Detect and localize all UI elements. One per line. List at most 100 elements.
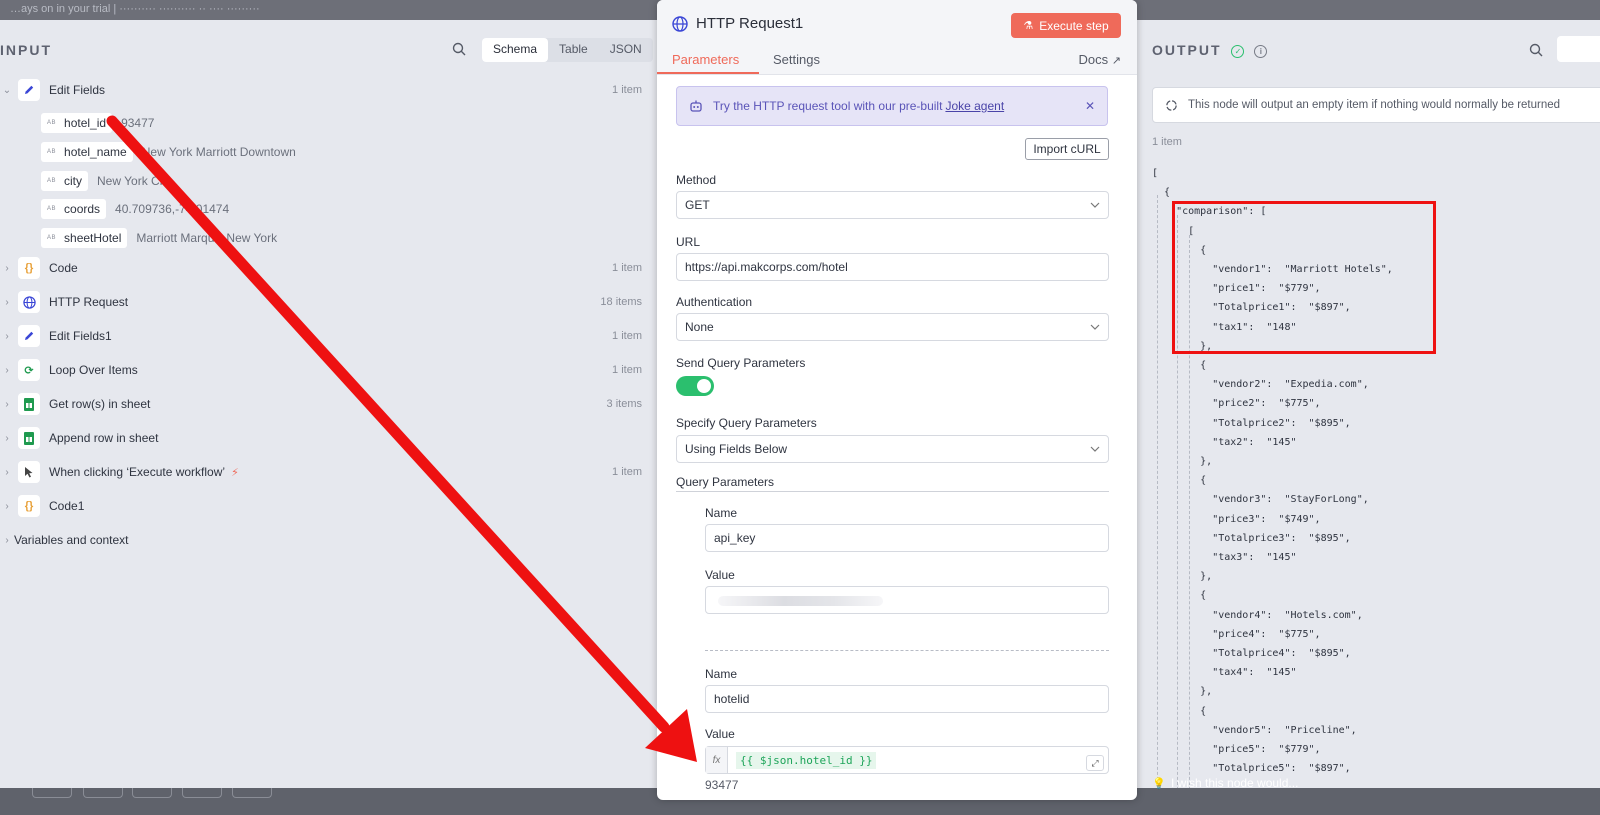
node-row-get-rows[interactable]: › Get row(s) in sheet 3 items [0,392,660,416]
schema-field[interactable]: AB coords 40.709736,-74.01474 [41,199,229,219]
node-item-count: 1 item [612,466,642,478]
node-title[interactable]: HTTP Request1 [696,15,803,32]
tab-schema[interactable]: Schema [482,38,549,62]
execute-step-button[interactable]: ⚗ Execute step [1011,13,1121,38]
canvas-control-button[interactable] [232,788,272,798]
lightning-icon: ⚡ [231,466,239,479]
joke-agent-link[interactable]: Joke agent [945,99,1004,113]
info-icon[interactable]: i [1254,45,1268,58]
tab-table[interactable]: Table [548,38,599,62]
node-item-count: 1 item [612,262,642,274]
authentication-value: None [685,320,714,334]
canvas-control-button[interactable] [83,788,123,798]
canvas-control-button[interactable] [132,788,172,798]
schema-field[interactable]: AB sheetHotel Marriott Marquis New York [41,228,277,248]
node-name: Code [49,261,78,275]
json-line: "tax4": "145" [1152,667,1297,679]
node-name: Append row in sheet [49,431,159,445]
field-value: New York City [97,174,172,188]
chevron-right-icon[interactable]: › [0,399,14,410]
expand-editor-icon[interactable]: ⤢ [1086,755,1104,771]
field-pill[interactable]: AB coords [41,199,107,219]
schema-field[interactable]: AB city New York City [41,171,172,191]
param-name-label: Name [705,506,738,520]
field-pill[interactable]: AB hotel_id [41,113,113,133]
node-item-count: 3 items [606,398,642,410]
close-icon[interactable]: ✕ [1085,99,1095,113]
json-line: "Totalprice2": "$895", [1152,417,1351,429]
chevron-right-icon[interactable]: › [0,297,14,308]
param-expression-input[interactable]: fx {{ $json.hotel_id }} ⤢ [705,746,1109,774]
schema-field[interactable]: AB hotel_name New York Marriott Downtown [41,142,296,162]
sheets-icon [18,393,40,415]
node-row-edit-fields1[interactable]: › Edit Fields1 1 item [0,324,660,348]
specify-query-select[interactable]: Using Fields Below [676,435,1109,463]
view-toggle-stub[interactable] [1557,36,1600,62]
node-name: Edit Fields1 [49,329,112,343]
node-row-edit-fields[interactable]: ⌄ Edit Fields 1 item [0,78,660,102]
node-row-manual-trigger[interactable]: › When clicking ‘Execute workflow’ ⚡ 1 i… [0,460,660,484]
node-item-count: 18 items [600,296,642,308]
chevron-right-icon[interactable]: › [0,501,14,512]
tab-parameters[interactable]: Parameters [672,52,739,67]
type-badge: AB [47,235,57,241]
banner-text: Try the HTTP request tool with our pre-b… [713,99,943,113]
canvas-control-button[interactable] [182,788,222,798]
param-name-input[interactable]: api_key [705,524,1109,552]
globe-icon [672,16,688,32]
canvas-control-button[interactable] [32,788,72,798]
search-icon[interactable] [452,42,466,56]
field-value: 93477 [121,116,155,130]
node-row-code[interactable]: › {} Code 1 item [0,256,660,280]
search-icon[interactable] [1529,43,1543,57]
chevron-down-icon[interactable]: ⌄ [0,85,14,96]
section-divider [676,491,1109,492]
field-pill[interactable]: AB sheetHotel [41,228,128,248]
field-pill[interactable]: AB hotel_name [41,142,133,162]
expression-text: {{ $json.hotel_id }} [736,751,877,769]
import-curl-button[interactable]: Import cURL [1025,138,1109,160]
query-parameters-label: Query Parameters [676,475,775,489]
json-line: "vendor5": "Priceline", [1152,724,1357,736]
node-row-loop-over-items[interactable]: › ⟳ Loop Over Items 1 item [0,358,660,382]
node-row-http-request[interactable]: › HTTP Request 18 items [0,290,660,314]
param-separator [705,650,1109,651]
chevron-right-icon[interactable]: › [0,331,14,342]
type-badge: AB [47,178,57,184]
node-item-count: 1 item [612,364,642,376]
json-line: "Totalprice5": "$897", [1152,763,1351,775]
feedback-link[interactable]: I wish this node would... [1171,776,1298,790]
chevron-right-icon[interactable]: › [0,467,14,478]
send-query-label: Send Query Parameters [676,356,806,370]
json-line: }, [1152,456,1213,467]
view-mode-tabs: Schema Table JSON [482,38,653,62]
tab-json[interactable]: JSON [599,38,653,62]
node-name: Get row(s) in sheet [49,397,151,411]
chevron-right-icon[interactable]: › [0,263,14,274]
chevron-right-icon[interactable]: › [0,535,14,546]
output-title-text: OUTPUT [1152,42,1222,58]
node-row-append-row[interactable]: › Append row in sheet [0,426,660,450]
tab-settings[interactable]: Settings [773,52,820,67]
field-pill[interactable]: AB city [41,171,89,191]
param-name-input[interactable]: hotelid [705,685,1109,713]
param-name-label: Name [705,667,738,681]
node-row-code1[interactable]: › {} Code1 [0,494,660,518]
execute-step-label: Execute step [1039,18,1109,33]
schema-field[interactable]: AB hotel_id 93477 [41,113,154,133]
node-item-count: 1 item [612,84,642,96]
type-badge: AB [47,149,57,155]
variables-and-context[interactable]: › Variables and context [0,528,660,552]
param-value-label: Value [705,568,735,582]
send-query-toggle[interactable] [676,376,714,396]
docs-link[interactable]: Docs ↗ [1079,52,1121,67]
chevron-right-icon[interactable]: › [0,433,14,444]
json-line: "vendor2": "Expedia.com", [1152,379,1369,391]
method-select[interactable]: GET [676,191,1109,219]
trial-banner-text: …ays on in your trial | ·········· ·····… [10,3,260,15]
authentication-select[interactable]: None [676,313,1109,341]
param-value-input-redacted[interactable] [705,586,1109,614]
chevron-right-icon[interactable]: › [0,365,14,376]
json-line: "tax2": "145" [1152,436,1297,448]
url-input[interactable]: https://api.makcorps.com/hotel [676,253,1109,281]
